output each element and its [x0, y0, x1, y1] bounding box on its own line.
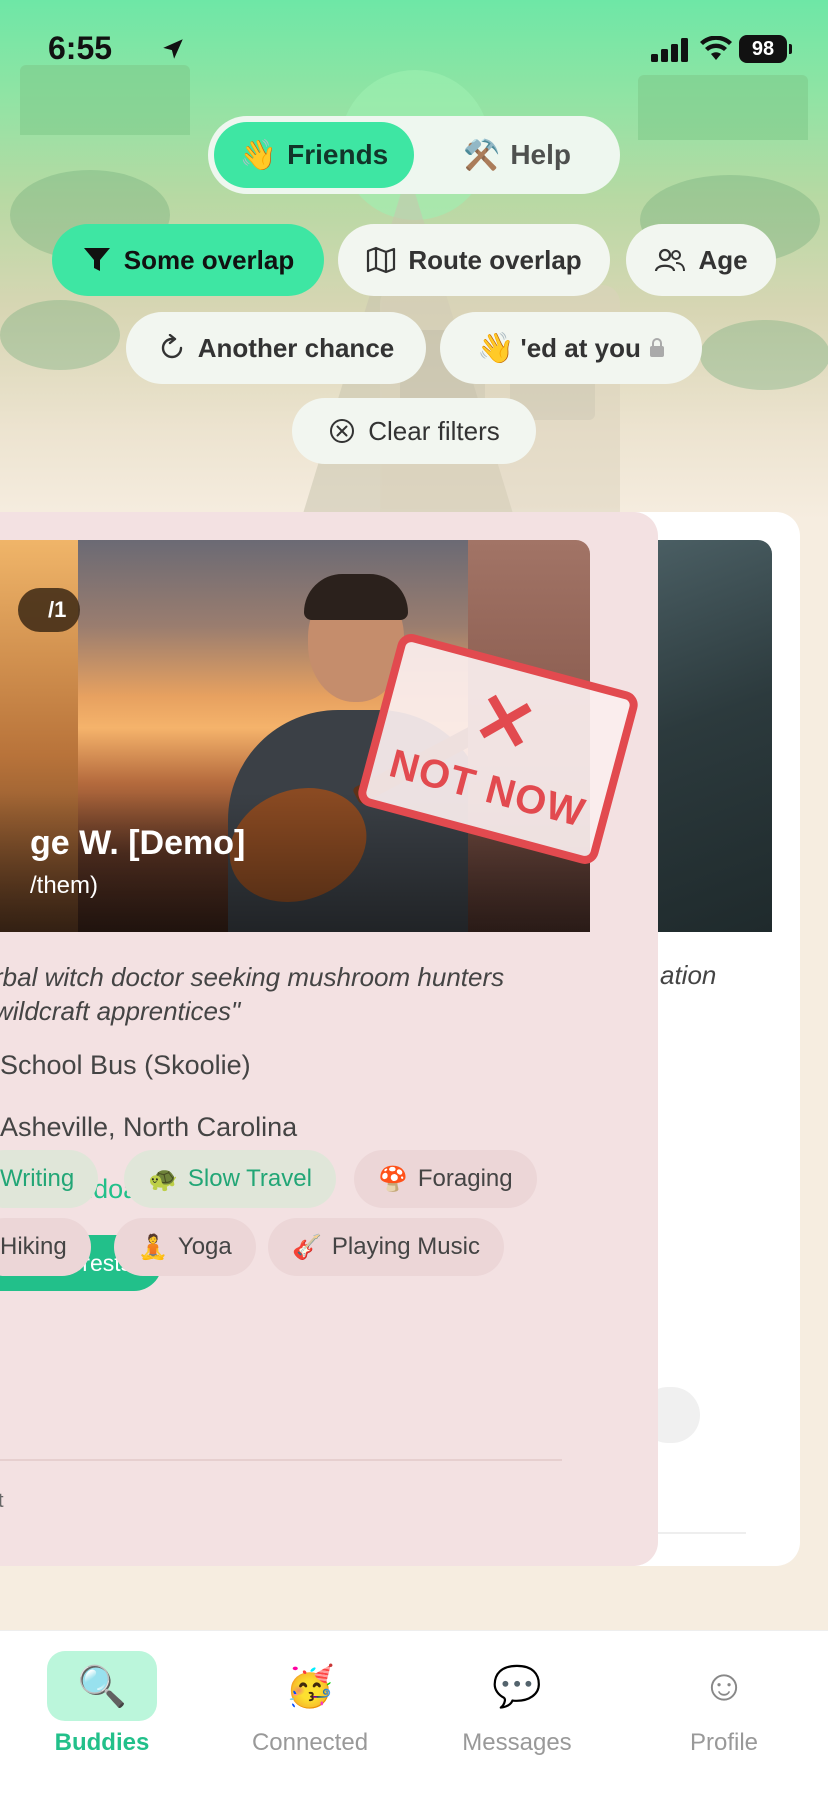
tab-profile-label: Profile	[689, 1729, 759, 1756]
profile-quote: rbal witch doctor seeking mushroom hunte…	[0, 962, 505, 1026]
lock-icon	[649, 338, 665, 358]
filter-route-overlap-label: Route overlap	[408, 244, 582, 275]
next-profile-photo	[658, 540, 772, 932]
status-bar: 6:55 98	[0, 0, 828, 100]
filter-route-overlap[interactable]: Route overlap	[338, 224, 610, 296]
filter-another-chance[interactable]: Another chance	[126, 312, 426, 384]
party-face-icon: 🥳	[285, 1664, 335, 1709]
filter-age-label: Age	[698, 244, 748, 275]
guitar-icon: 🎸	[292, 1233, 322, 1261]
profile-home-location: Asheville, North Carolina	[0, 1112, 298, 1142]
next-profile-quote: ation	[660, 960, 717, 990]
card-divider	[0, 1459, 562, 1461]
waving-hand-icon: 👋	[239, 138, 278, 172]
clear-filters-label: Clear filters	[368, 415, 500, 446]
bush	[0, 300, 120, 370]
profile-vehicle: School Bus (Skoolie)	[0, 1050, 251, 1080]
help-label: Help	[510, 139, 572, 170]
interest-tag-hiking: Hiking	[0, 1218, 91, 1276]
friends-tab[interactable]: 👋 Friends	[214, 122, 414, 188]
profile-pronouns: /them)	[30, 872, 99, 899]
location-arrow-icon	[163, 39, 183, 59]
hammer-wrench-icon: ⚒️	[462, 138, 501, 172]
card-footer-text: t	[0, 1490, 4, 1512]
waving-hand-icon: 👋	[477, 331, 515, 365]
filter-another-chance-label: Another chance	[197, 332, 395, 363]
bush	[700, 320, 828, 390]
help-tab[interactable]: ⚒️ Help	[422, 122, 612, 188]
tab-profile[interactable]: ☺ Profile	[634, 1651, 814, 1761]
refresh-icon	[158, 334, 186, 362]
profile-name: ge W. [Demo]	[30, 824, 246, 862]
filter-some-overlap[interactable]: Some overlap	[52, 224, 324, 296]
tab-buddies[interactable]: 🔍 Buddies	[12, 1651, 192, 1761]
mushroom-icon: 🍄	[378, 1165, 408, 1193]
tab-messages-label: Messages	[462, 1729, 572, 1756]
speech-bubble-icon: 💬	[492, 1664, 542, 1709]
interest-tag-playing-music: 🎸 Playing Music	[268, 1218, 504, 1276]
funnel-icon	[82, 246, 112, 274]
tab-bar: 🔍 Buddies 🥳 Connected 💬 Messages ☺ Profi…	[0, 1630, 828, 1793]
turtle-icon: 🐢	[148, 1165, 178, 1193]
meditation-icon: 🧘	[138, 1233, 168, 1261]
mode-switch: 👋 Friends ⚒️ Help	[208, 116, 620, 194]
clear-filters-button[interactable]: Clear filters	[292, 398, 536, 464]
people-icon	[654, 247, 686, 273]
filter-waved-at-you[interactable]: 👋 'ed at you	[440, 312, 702, 384]
filter-some-overlap-label: Some overlap	[123, 244, 295, 275]
status-time: 6:55	[48, 30, 113, 66]
tab-buddies-label: Buddies	[54, 1729, 150, 1756]
interest-tag-writing: Writing	[0, 1150, 99, 1208]
wifi-icon	[700, 36, 732, 60]
smiley-icon: ☺	[701, 1661, 747, 1710]
interest-tag-slow-travel: 🐢 Slow Travel	[124, 1150, 336, 1208]
battery-indicator: 98	[739, 35, 792, 63]
filter-age[interactable]: Age	[626, 224, 776, 296]
filter-waved-at-you-label: 'ed at you	[520, 332, 641, 363]
magnifier-icon: 🔍	[47, 1651, 157, 1721]
map-icon	[366, 246, 396, 274]
tab-messages[interactable]: 💬 Messages	[427, 1651, 607, 1761]
photo-counter-badge: /1	[18, 588, 81, 632]
tab-connected[interactable]: 🥳 Connected	[220, 1651, 400, 1761]
profile-card[interactable]: /1 ge W. [Demo] /them) rbal witch doctor…	[0, 512, 658, 1566]
interest-tag-foraging: 🍄 Foraging	[354, 1150, 537, 1208]
cellular-signal-icon	[651, 38, 688, 62]
friends-label: Friends	[287, 139, 389, 170]
interest-tag-yoga: 🧘 Yoga	[114, 1218, 256, 1276]
clear-circle-icon	[328, 417, 356, 445]
tab-connected-label: Connected	[251, 1729, 369, 1756]
